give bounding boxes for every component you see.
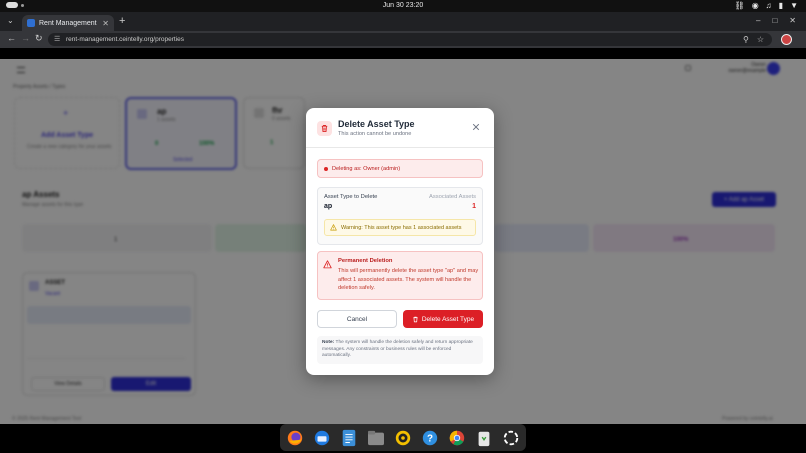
modal-subtitle: This action cannot be undone (338, 131, 412, 137)
svg-text:?: ? (427, 433, 433, 444)
associated-assets-label: Associated Assets (428, 194, 476, 200)
forward-icon[interactable]: → (21, 33, 30, 43)
status-dot-icon (324, 166, 328, 171)
text-editor-icon[interactable] (338, 427, 360, 449)
apps-grid-icon[interactable] (500, 427, 522, 449)
address-bar[interactable]: ☰ rent-management.ceintelly.org/properti… (48, 33, 772, 46)
taskbar-area: ? (0, 424, 806, 453)
files-icon[interactable] (365, 427, 387, 449)
profile-avatar-icon[interactable] (781, 34, 792, 45)
os-top-bar: Jun 30 23:20 ⛓ ◉ ♫ ▮ ▼ (0, 0, 806, 12)
window-controls: – □ ✕ (756, 16, 796, 25)
warning-text: Warning: This asset type has 1 associate… (341, 224, 462, 231)
maximize-icon[interactable]: □ (772, 16, 777, 25)
permanent-deletion-title: Permanent Deletion (338, 258, 393, 264)
associated-assets-count: 1 (472, 203, 476, 210)
thunderbird-icon[interactable] (311, 427, 333, 449)
minimize-icon[interactable]: – (756, 16, 760, 25)
reload-icon[interactable]: ↻ (35, 33, 43, 44)
shield-icon: ⛓ (734, 1, 745, 10)
dock: ? (280, 424, 526, 451)
site-favicon-icon (27, 19, 35, 27)
rhythmbox-icon[interactable] (392, 427, 414, 449)
browser-tab-strip: ⌄ Rent Management Tool ✕ + – □ ✕ (0, 12, 806, 31)
permanent-deletion-body: This will permanently delete the asset t… (338, 268, 479, 292)
warning-icon (330, 224, 337, 231)
help-icon[interactable]: ? (419, 427, 441, 449)
tab-close-icon[interactable]: ✕ (102, 19, 109, 28)
os-clock[interactable]: Jun 30 23:20 (0, 2, 806, 9)
asset-type-summary: Asset Type to Delete ap Associated Asset… (317, 187, 483, 245)
wifi-icon: ◉ (751, 1, 759, 10)
bookmark-star-icon[interactable]: ☆ (757, 35, 764, 44)
firefox-icon[interactable] (284, 427, 306, 449)
url-text: rent-management.ceintelly.org/properties (66, 36, 185, 43)
modal-note: Note: The system will handle the deletio… (317, 336, 483, 364)
os-status-area[interactable]: ⛓ ◉ ♫ ▮ ▼ (735, 1, 798, 10)
tab-title: Rent Management Tool (39, 19, 98, 27)
asset-type-label: Asset Type to Delete (324, 194, 378, 200)
volume-icon: ♫ (765, 1, 772, 10)
alert-triangle-icon (323, 260, 332, 269)
new-tab-icon[interactable]: + (119, 15, 125, 27)
deleting-as-banner: Deleting as: Owner (admin) (317, 159, 483, 178)
deleting-as-text: Deleting as: Owner (admin) (332, 165, 401, 172)
back-icon[interactable]: ← (7, 33, 16, 43)
associated-warning: Warning: This asset type has 1 associate… (324, 219, 476, 236)
tab-search-icon[interactable]: ⌄ (7, 16, 14, 25)
key-icon[interactable]: ⚲ (743, 35, 749, 44)
chrome-icon[interactable] (446, 427, 468, 449)
cancel-button[interactable]: Cancel (317, 310, 397, 328)
delete-asset-type-button[interactable]: Delete Asset Type (403, 310, 483, 328)
close-icon[interactable] (471, 122, 481, 132)
screen: Jun 30 23:20 ⛓ ◉ ♫ ▮ ▼ ⌄ Rent Management… (0, 0, 806, 453)
modal-header: Delete Asset Type This action cannot be … (306, 108, 494, 148)
trash-icon (317, 121, 332, 136)
window-close-icon[interactable]: ✕ (789, 16, 796, 25)
modal-title: Delete Asset Type (338, 119, 415, 129)
battery-icon: ▮ (778, 1, 784, 10)
note-label: Note: (322, 340, 335, 345)
trash-icon (413, 316, 418, 322)
asset-type-value: ap (324, 203, 333, 210)
site-info-icon[interactable]: ☰ (54, 35, 60, 43)
delete-button-label: Delete Asset Type (421, 315, 475, 323)
browser-toolbar: ← → ↻ ☰ rent-management.ceintelly.org/pr… (0, 31, 806, 48)
trash-icon[interactable] (473, 427, 495, 449)
browser-tab[interactable]: Rent Management Tool ✕ (22, 15, 114, 31)
note-text: The system will handle the deletion safe… (322, 340, 473, 358)
permanent-deletion-alert: Permanent Deletion This will permanently… (317, 251, 483, 300)
power-icon: ▼ (790, 1, 798, 10)
delete-asset-type-modal: Delete Asset Type This action cannot be … (306, 108, 494, 375)
